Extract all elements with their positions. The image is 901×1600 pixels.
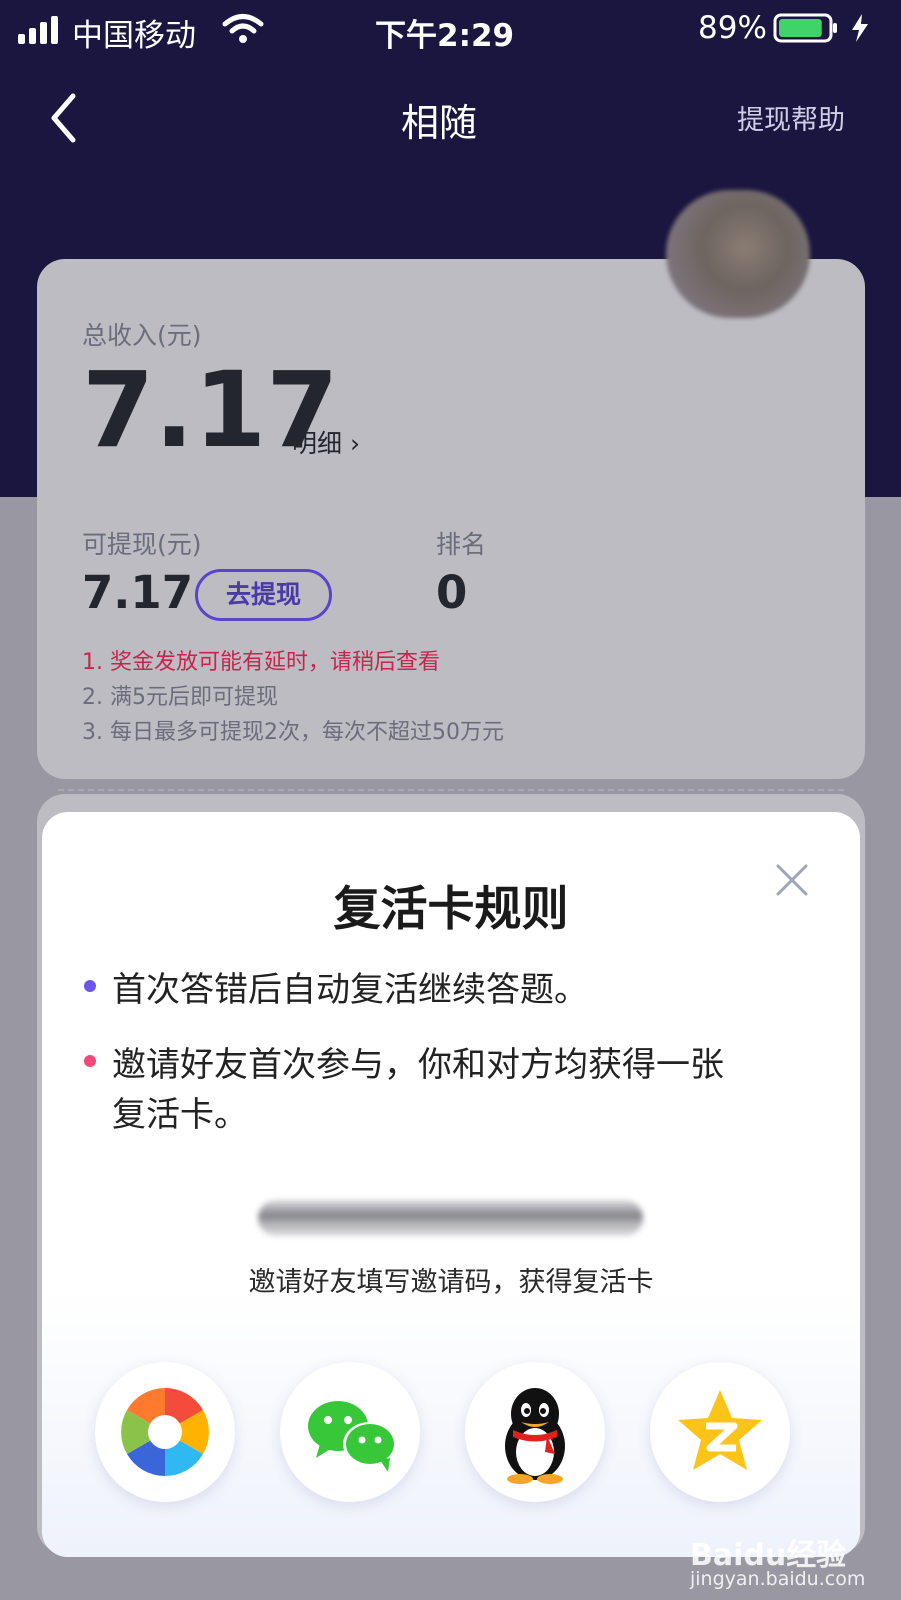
share-qzone-button[interactable]: [650, 1362, 790, 1502]
total-income-label: 总收入(元): [82, 321, 202, 350]
moments-icon: [121, 1388, 209, 1476]
charging-icon: [848, 12, 872, 44]
signal-icon: [18, 14, 62, 44]
detail-link[interactable]: 明细 ›: [292, 424, 360, 460]
battery-percent: 89%: [698, 10, 767, 46]
user-avatar[interactable]: [666, 190, 810, 318]
qzone-icon: [678, 1390, 762, 1470]
invite-instruction: 邀请好友填写邀请码，获得复活卡: [248, 1267, 654, 1298]
note-delay: 1. 奖金发放可能有延时，请稍后查看: [82, 650, 440, 675]
rule-bullet: [84, 980, 96, 992]
rank-label: 排名: [436, 530, 487, 559]
withdraw-notes: 1. 奖金发放可能有延时，请稍后查看 2. 满5元后即可提现 3. 每日最多可提…: [82, 645, 504, 750]
nav-header: 相随 提现帮助: [0, 60, 901, 180]
withdraw-button[interactable]: 去提现: [195, 569, 332, 621]
card-divider: [58, 789, 844, 791]
withdraw-button-label: 去提现: [225, 580, 301, 609]
qq-icon: [505, 1388, 565, 1484]
modal-title: 复活卡规则: [333, 882, 569, 937]
withdrawable-value: 7.17: [82, 566, 194, 619]
share-qq-button[interactable]: [465, 1362, 605, 1502]
share-wechat-button[interactable]: [280, 1362, 420, 1502]
wifi-icon: [222, 12, 264, 44]
rank-value: 0: [436, 566, 468, 619]
note-limit: 3. 每日最多可提现2次，每次不超过50万元: [82, 720, 504, 745]
page-title: 相随: [401, 101, 478, 145]
invite-code-blurred: [258, 1200, 643, 1236]
rule-text: 首次答错后自动复活继续答题。: [112, 970, 588, 1010]
share-moments-button[interactable]: [95, 1362, 235, 1502]
note-minimum: 2. 满5元后即可提现: [82, 685, 278, 710]
rule-item: 邀请好友首次参与，你和对方均获得一张复活卡。: [84, 1040, 764, 1140]
rule-bullet: [84, 1055, 96, 1067]
withdrawable-label: 可提现(元): [82, 530, 202, 559]
wechat-icon: [308, 1401, 397, 1472]
chevron-left-icon: [51, 93, 76, 143]
rule-text: 邀请好友首次参与，你和对方均获得一张复活卡。: [112, 1045, 724, 1135]
clock: 下午2:29: [375, 18, 515, 54]
rule-item: 首次答错后自动复活继续答题。: [84, 965, 764, 1015]
status-bar: 中国移动 下午2:29 89%: [0, 0, 901, 60]
watermark-url: jingyan.baidu.com: [690, 1568, 866, 1590]
battery-icon: [773, 12, 839, 44]
withdraw-help-link[interactable]: 提现帮助: [737, 98, 845, 137]
back-button[interactable]: [42, 88, 92, 148]
carrier-name: 中国移动: [72, 18, 196, 54]
